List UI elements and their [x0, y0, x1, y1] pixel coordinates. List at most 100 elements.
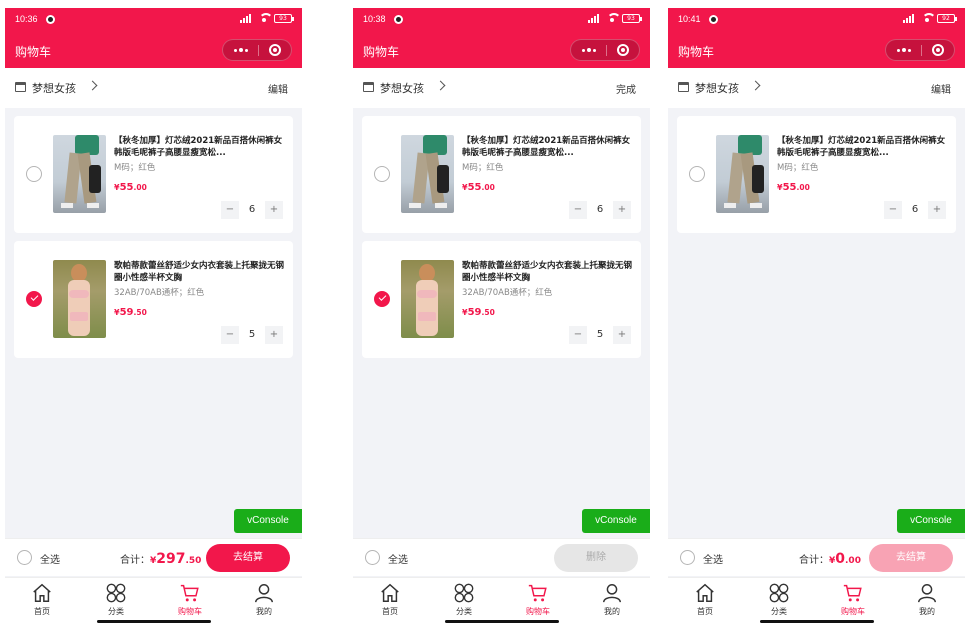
item-checkbox[interactable]	[26, 166, 42, 182]
shop-name[interactable]: 梦想女孩	[695, 80, 739, 96]
status-time: 10:36	[15, 14, 38, 24]
pants-image[interactable]	[716, 135, 769, 213]
item-title[interactable]: 【秋冬加厚】灯芯绒2021新品百搭休闲裤女韩版毛呢裤子高腰显瘦宽松...	[462, 135, 632, 159]
quantity-stepper: − 6 +	[569, 201, 631, 219]
shop-icon	[363, 82, 374, 92]
vconsole-button[interactable]: vConsole	[582, 509, 650, 533]
cart-summary-bar: 全选 合计：¥0.00 去结算	[668, 538, 965, 576]
increase-button[interactable]: +	[928, 201, 946, 219]
increase-button[interactable]: +	[613, 201, 631, 219]
chevron-right-icon[interactable]	[750, 80, 761, 91]
tab-label: 分类	[771, 607, 787, 616]
select-all-label[interactable]: 全选	[703, 551, 723, 566]
nav-bar: 购物车	[5, 32, 302, 68]
status-bar: 10:36 93	[5, 8, 302, 32]
shop-name[interactable]: 梦想女孩	[32, 80, 76, 96]
tab-label: 我的	[604, 607, 620, 616]
tab-category[interactable]: 分类	[91, 582, 141, 617]
status-bar: 10:38 93	[353, 8, 650, 32]
chevron-right-icon[interactable]	[435, 80, 446, 91]
quantity-value[interactable]: 6	[587, 201, 613, 219]
more-icon[interactable]	[223, 40, 258, 60]
lingerie-image[interactable]	[401, 260, 454, 338]
tab-label: 我的	[256, 607, 272, 616]
category-icon	[769, 583, 789, 603]
select-all-checkbox[interactable]	[680, 550, 695, 565]
quantity-value[interactable]: 6	[902, 201, 928, 219]
more-icon[interactable]	[886, 40, 921, 60]
shop-header: 梦想女孩 编辑	[668, 68, 965, 108]
decrease-button[interactable]: −	[884, 201, 902, 219]
home-icon	[381, 583, 399, 602]
decrease-button[interactable]: −	[569, 201, 587, 219]
done-button[interactable]: 完成	[616, 81, 636, 96]
tab-label: 购物车	[841, 607, 865, 616]
checkout-button[interactable]: 去结算	[206, 544, 290, 572]
item-checkbox-checked[interactable]	[374, 291, 390, 307]
vconsole-button[interactable]: vConsole	[234, 509, 302, 533]
tab-category[interactable]: 分类	[754, 582, 804, 617]
item-checkbox[interactable]	[689, 166, 705, 182]
quantity-stepper: − 6 +	[884, 201, 946, 219]
vconsole-button[interactable]: vConsole	[897, 509, 965, 533]
edit-button[interactable]: 编辑	[931, 81, 951, 96]
signal-icon	[588, 13, 602, 23]
tab-profile[interactable]: 我的	[902, 582, 952, 617]
nav-bar: 购物车	[668, 32, 965, 68]
shop-icon	[678, 82, 689, 92]
signal-icon	[903, 13, 917, 23]
item-title[interactable]: 【秋冬加厚】灯芯绒2021新品百搭休闲裤女韩版毛呢裤子高腰显瘦宽松...	[114, 135, 284, 159]
more-icon[interactable]	[571, 40, 606, 60]
increase-button[interactable]: +	[613, 326, 631, 344]
item-title[interactable]: 歌帕蒂款蕾丝舒适少女内衣套装上托聚拢无钢圈小性感半杯文胸	[462, 260, 632, 284]
tab-home[interactable]: 首页	[680, 582, 730, 617]
item-checkbox-checked[interactable]	[26, 291, 42, 307]
tab-home[interactable]: 首页	[365, 582, 415, 617]
status-time: 10:38	[363, 14, 386, 24]
pants-image[interactable]	[53, 135, 106, 213]
category-icon	[454, 583, 474, 603]
tab-profile[interactable]: 我的	[239, 582, 289, 617]
item-title[interactable]: 歌帕蒂款蕾丝舒适少女内衣套装上托聚拢无钢圈小性感半杯文胸	[114, 260, 284, 284]
cart-icon	[180, 584, 199, 602]
quantity-value[interactable]: 6	[239, 201, 265, 219]
decrease-button[interactable]: −	[221, 201, 239, 219]
item-checkbox[interactable]	[374, 166, 390, 182]
tab-category[interactable]: 分类	[439, 582, 489, 617]
total-price: 合计：¥0.00	[799, 551, 861, 567]
select-all-checkbox[interactable]	[17, 550, 32, 565]
phone-screen-3: 10:41 92 购物车 梦想女孩 编辑 【秋冬加厚】灯芯绒2021新品百搭休闲…	[668, 8, 965, 628]
tab-cart[interactable]: 购物车	[165, 582, 215, 617]
close-miniprogram-icon[interactable]	[617, 44, 629, 56]
miniprogram-capsule	[570, 39, 640, 61]
increase-button[interactable]: +	[265, 201, 283, 219]
edit-button[interactable]: 编辑	[268, 81, 288, 96]
quantity-value[interactable]: 5	[239, 326, 265, 344]
tab-cart[interactable]: 购物车	[828, 582, 878, 617]
delete-button[interactable]: 删除	[554, 544, 638, 572]
shop-name[interactable]: 梦想女孩	[380, 80, 424, 96]
select-all-checkbox[interactable]	[365, 550, 380, 565]
tab-profile[interactable]: 我的	[587, 582, 637, 617]
decrease-button[interactable]: −	[569, 326, 587, 344]
quantity-value[interactable]: 5	[587, 326, 613, 344]
close-miniprogram-icon[interactable]	[932, 44, 944, 56]
lingerie-image[interactable]	[53, 260, 106, 338]
increase-button[interactable]: +	[265, 326, 283, 344]
select-all-label[interactable]: 全选	[388, 551, 408, 566]
user-icon	[255, 584, 273, 603]
chevron-right-icon[interactable]	[87, 80, 98, 91]
select-all-label[interactable]: 全选	[40, 551, 60, 566]
checkout-button[interactable]: 去结算	[869, 544, 953, 572]
quantity-stepper: − 5 +	[221, 326, 283, 344]
pants-image[interactable]	[401, 135, 454, 213]
tab-home[interactable]: 首页	[17, 582, 67, 617]
item-price: ¥55.00	[777, 182, 810, 193]
home-indicator	[445, 620, 559, 623]
tab-cart[interactable]: 购物车	[513, 582, 563, 617]
item-title[interactable]: 【秋冬加厚】灯芯绒2021新品百搭休闲裤女韩版毛呢裤子高腰显瘦宽松...	[777, 135, 947, 159]
home-icon	[33, 583, 51, 602]
close-miniprogram-icon[interactable]	[269, 44, 281, 56]
nav-bar: 购物车	[353, 32, 650, 68]
decrease-button[interactable]: −	[221, 326, 239, 344]
